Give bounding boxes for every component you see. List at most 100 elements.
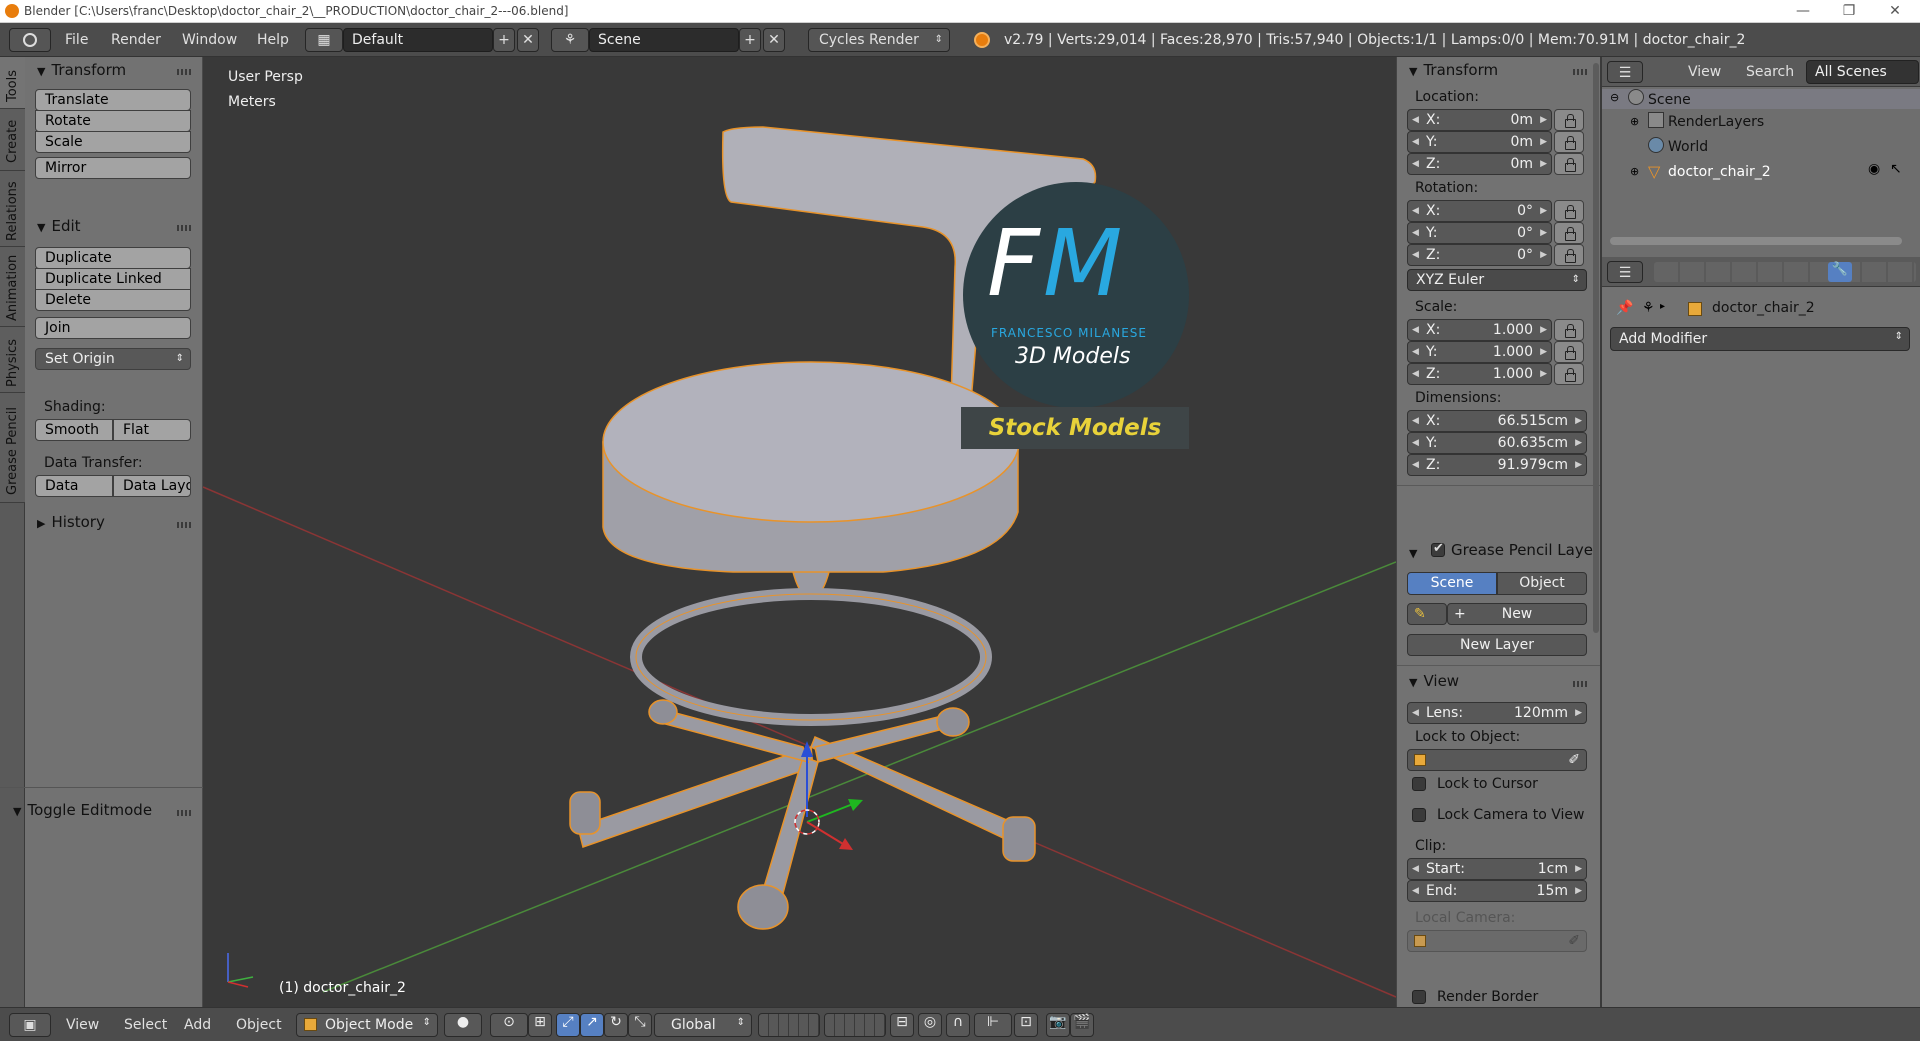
visibility-eye-icon[interactable]: ◉	[1868, 161, 1880, 177]
grease-pencil-checkbox[interactable]: ✔	[1431, 541, 1445, 557]
screen-layout-icon[interactable]: ▦	[305, 28, 343, 52]
scene-field[interactable]: Scene	[589, 28, 739, 52]
remove-screen-icon[interactable]: ✕	[517, 28, 539, 52]
lock-location-y-icon[interactable]	[1554, 131, 1584, 153]
panel-grip-icon[interactable]	[177, 69, 191, 75]
data-layout-button[interactable]: Data Layo	[113, 475, 191, 497]
outliner-search-menu[interactable]: Search	[1746, 64, 1794, 80]
lens-field[interactable]: ◀ Lens: 120mm ▶	[1407, 702, 1587, 724]
lock-location-x-icon[interactable]	[1554, 109, 1584, 131]
editor-type-button[interactable]	[9, 28, 51, 52]
panel-transform-header[interactable]: ▼ Transform	[37, 61, 126, 79]
set-origin-select[interactable]: Set Origin ⇕	[35, 348, 191, 370]
location-y-field[interactable]: ◀ Y: 0m ▶	[1407, 131, 1552, 153]
tab-relations[interactable]: Relations	[0, 171, 25, 247]
viewport-scene[interactable]	[203, 57, 1396, 1007]
scale-y-field[interactable]: ◀ Y: 1.000 ▶	[1407, 341, 1552, 363]
delete-button[interactable]: Delete	[35, 289, 191, 311]
rotation-y-field[interactable]: ◀ Y: 0° ▶	[1407, 222, 1552, 244]
translate-button[interactable]: Translate	[35, 89, 191, 111]
snap-magnet-icon[interactable]: ∩	[946, 1013, 970, 1037]
panel-history-header[interactable]: ▶ History	[37, 513, 105, 531]
panel-grip-icon[interactable]	[177, 522, 191, 528]
close-button[interactable]: ✕	[1872, 0, 1918, 23]
menu-window[interactable]: Window	[182, 32, 237, 48]
duplicate-button[interactable]: Duplicate	[35, 247, 191, 269]
mirror-button[interactable]: Mirror	[35, 157, 191, 179]
gp-pencil-icon[interactable]: ✎	[1407, 603, 1447, 625]
shading-flat-button[interactable]: Flat	[113, 419, 191, 441]
join-button[interactable]: Join	[35, 317, 191, 339]
maximize-button[interactable]: ❐	[1826, 0, 1872, 23]
panel-grip-icon[interactable]	[177, 225, 191, 231]
expand-icon[interactable]: ⊕	[1630, 115, 1639, 128]
lock-location-z-icon[interactable]	[1554, 153, 1584, 175]
scale-x-field[interactable]: ◀ X: 1.000 ▶	[1407, 319, 1552, 341]
dimension-z-field[interactable]: ◀ Z: 91.979cm ▶	[1407, 454, 1587, 476]
tab-create[interactable]: Create	[0, 109, 25, 171]
scale-button[interactable]: Scale	[35, 131, 191, 153]
scale-manipulator-icon[interactable]: ⤡	[628, 1013, 652, 1037]
layers-row-2[interactable]	[824, 1013, 886, 1037]
transform-orientation-select[interactable]: Global ⇕	[654, 1013, 752, 1037]
manipulator-toggle[interactable]: ⊞	[528, 1013, 552, 1037]
panel-grease-pencil-header[interactable]: ▼	[1409, 543, 1423, 561]
npanel-scrollbar[interactable]	[1593, 63, 1599, 633]
menu-add[interactable]: Add	[184, 1017, 211, 1033]
location-x-field[interactable]: ◀ X: 0m ▶	[1407, 109, 1552, 131]
lock-scale-z-icon[interactable]	[1554, 363, 1584, 385]
outliner-view-menu[interactable]: View	[1688, 64, 1721, 80]
panel-toggle-editmode-header[interactable]: ▼ Toggle Editmode	[13, 801, 152, 819]
outliner-item-scene[interactable]: Scene	[1648, 92, 1691, 108]
panel-edit-header[interactable]: ▼ Edit	[37, 217, 81, 235]
lock-to-object-field[interactable]: ✐	[1407, 749, 1587, 771]
add-modifier-select[interactable]: Add Modifier ⇕	[1610, 327, 1910, 351]
lock-rotation-x-icon[interactable]	[1554, 200, 1584, 222]
properties-context-tabs[interactable]	[1654, 262, 1916, 282]
panel-grip-icon[interactable]	[1573, 69, 1587, 75]
move-manipulator-icon[interactable]: ↗	[580, 1013, 604, 1037]
remove-scene-icon[interactable]: ✕	[763, 28, 785, 52]
snap-target-icon[interactable]: ⊡	[1014, 1013, 1038, 1037]
add-screen-icon[interactable]: +	[493, 28, 515, 52]
lock-rotation-y-icon[interactable]	[1554, 222, 1584, 244]
data-transfer-button[interactable]: Data	[35, 475, 113, 497]
properties-editor-type-button[interactable]: ☰	[1607, 261, 1643, 283]
render-engine-select[interactable]: Cycles Render ⇕	[808, 28, 950, 52]
selectable-cursor-icon[interactable]: ↖	[1890, 161, 1902, 177]
outliner-item-doctor-chair[interactable]: doctor_chair_2	[1668, 164, 1771, 180]
tab-physics[interactable]: Physics	[0, 327, 25, 393]
dimension-y-field[interactable]: ◀ Y: 60.635cm ▶	[1407, 432, 1587, 454]
rotation-z-field[interactable]: ◀ Z: 0° ▶	[1407, 244, 1552, 266]
panel-grip-icon[interactable]	[177, 810, 191, 816]
menu-view[interactable]: View	[66, 1017, 99, 1033]
dimension-x-field[interactable]: ◀ X: 66.515cm ▶	[1407, 410, 1587, 432]
lock-scale-x-icon[interactable]	[1554, 319, 1584, 341]
outliner-editor-type-button[interactable]: ☰	[1607, 61, 1643, 83]
outliner-display-filter[interactable]: All Scenes	[1806, 60, 1919, 84]
lock-scale-y-icon[interactable]	[1554, 341, 1584, 363]
modifier-wrench-icon[interactable]: 🔧	[1828, 262, 1852, 282]
gp-new-layer-button[interactable]: New Layer	[1407, 634, 1587, 656]
panel-transform-header[interactable]: ▼ Transform	[1409, 61, 1498, 79]
lock-to-cursor-checkbox[interactable]	[1412, 777, 1426, 791]
scale-z-field[interactable]: ◀ Z: 1.000 ▶	[1407, 363, 1552, 385]
pivot-point-select[interactable]: ⊙	[490, 1013, 528, 1037]
lock-layers-icon[interactable]: ⊟	[890, 1013, 914, 1037]
tab-grease-pencil[interactable]: Grease Pencil	[0, 393, 25, 503]
3d-viewport[interactable]: User Persp Meters F M FRANCESCO MILANESE…	[203, 57, 1396, 1007]
layers-row-1[interactable]	[758, 1013, 820, 1037]
rotation-mode-select[interactable]: XYZ Euler ⇕	[1407, 269, 1587, 291]
menu-help[interactable]: Help	[257, 32, 289, 48]
local-camera-field[interactable]: ✐	[1407, 930, 1587, 952]
pin-icon[interactable]: 📌	[1616, 300, 1633, 316]
clip-end-field[interactable]: ◀ End: 15m ▶	[1407, 880, 1587, 902]
clip-start-field[interactable]: ◀ Start: 1cm ▶	[1407, 858, 1587, 880]
rotate-manipulator-icon[interactable]: ↻	[604, 1013, 628, 1037]
menu-render[interactable]: Render	[111, 32, 161, 48]
translate-manipulator-icon[interactable]: ⤢	[556, 1013, 580, 1037]
tab-animation[interactable]: Animation	[0, 247, 25, 327]
proportional-edit-icon[interactable]: ◎	[918, 1013, 942, 1037]
object-mode-select[interactable]: Object Mode ⇕	[296, 1013, 438, 1037]
scene-icon[interactable]: ⚘	[551, 28, 589, 52]
